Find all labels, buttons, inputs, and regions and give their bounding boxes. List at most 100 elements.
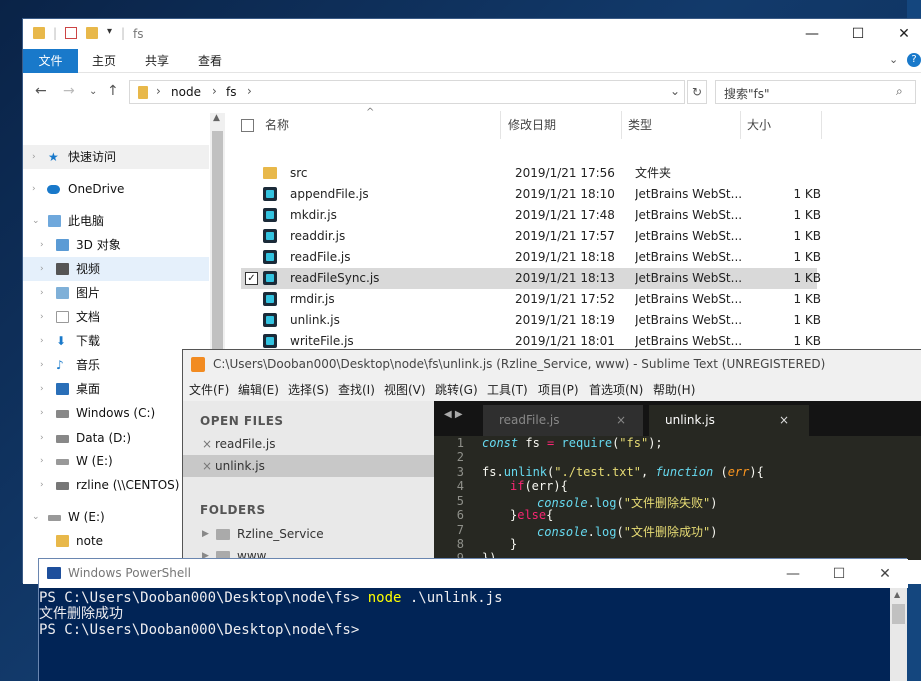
close-icon[interactable]: × — [616, 405, 626, 436]
menu-file[interactable]: 文件(F) — [189, 379, 229, 401]
file-row-rmdir[interactable]: rmdir.js 2019/1/21 17:52 JetBrains WebSt… — [241, 289, 821, 310]
menu-view[interactable]: 视图(V) — [384, 379, 426, 401]
column-separator[interactable] — [621, 111, 622, 139]
menu-help[interactable]: 帮助(H) — [653, 379, 695, 401]
column-separator[interactable] — [740, 111, 741, 139]
file-row-readfilesync[interactable]: ✓ readFileSync.js 2019/1/21 18:13 JetBra… — [241, 268, 821, 289]
menu-tools[interactable]: 工具(T) — [487, 379, 528, 401]
address-bar[interactable]: › node › fs › ⌄ — [129, 80, 685, 104]
file-row-readdir[interactable]: readdir.js 2019/1/21 17:57 JetBrains Web… — [241, 226, 821, 247]
breadcrumb-node[interactable]: node — [171, 85, 201, 99]
menu-edit[interactable]: 编辑(E) — [238, 379, 279, 401]
search-icon[interactable]: ⌕ — [896, 84, 903, 99]
chevron-right-icon[interactable]: › — [40, 473, 44, 497]
sidebar-item-onedrive[interactable]: › OneDrive — [23, 177, 209, 201]
column-separator[interactable] — [500, 111, 501, 139]
forward-arrow-icon[interactable]: → — [63, 83, 75, 99]
chevron-right-icon[interactable]: › — [212, 84, 217, 98]
menu-project[interactable]: 项目(P) — [538, 379, 579, 401]
file-row-appendfile[interactable]: appendFile.js 2019/1/21 18:10 JetBrains … — [241, 184, 821, 205]
tab-unlink[interactable]: unlink.js × — [649, 405, 809, 436]
folder-rzline-service[interactable]: ▶ Rzline_Service — [183, 523, 434, 545]
chevron-right-icon[interactable]: › — [40, 426, 44, 450]
sidebar-item-pictures[interactable]: › 图片 — [23, 281, 209, 305]
sublime-title-bar[interactable]: C:\Users\Dooban000\Desktop\node\fs\unlin… — [183, 350, 921, 379]
maximize-button[interactable]: ☐ — [835, 19, 881, 49]
customize-quick-access-icon[interactable]: ▾ — [107, 26, 112, 37]
sidebar-item-documents[interactable]: › 文档 — [23, 305, 209, 329]
tab-home[interactable]: 主页 — [80, 49, 128, 73]
tab-share[interactable]: 共享 — [133, 49, 181, 73]
close-icon[interactable]: × — [202, 433, 212, 455]
column-header-name[interactable]: 名称 — [265, 111, 289, 139]
chevron-right-icon[interactable]: › — [247, 84, 252, 98]
close-icon[interactable]: × — [779, 405, 789, 436]
search-box[interactable]: 搜索"fs" ⌕ — [715, 80, 916, 104]
chevron-right-icon[interactable]: › — [32, 145, 36, 169]
file-row-unlink[interactable]: unlink.js 2019/1/21 18:19 JetBrains WebS… — [241, 310, 821, 331]
menu-selection[interactable]: 选择(S) — [288, 379, 329, 401]
row-checkbox-checked[interactable]: ✓ — [245, 272, 258, 285]
chevron-right-icon[interactable]: ▶ — [202, 523, 209, 545]
menu-goto[interactable]: 跳转(G) — [435, 379, 478, 401]
help-icon[interactable]: ? — [907, 53, 921, 67]
address-dropdown-icon[interactable]: ⌄ — [670, 84, 680, 98]
chevron-right-icon[interactable]: › — [156, 84, 161, 98]
close-button[interactable]: ✕ — [881, 19, 921, 49]
menu-preferences[interactable]: 首选项(N) — [589, 379, 643, 401]
explorer-title-bar[interactable]: | ▾ | fs — ☐ ✕ — [23, 19, 921, 49]
new-folder-icon[interactable] — [86, 27, 98, 39]
chevron-right-icon[interactable]: › — [40, 305, 44, 329]
file-row-src[interactable]: src 2019/1/21 17:56 文件夹 — [241, 163, 817, 184]
back-arrow-icon[interactable]: ← — [35, 83, 47, 99]
scrollbar-thumb[interactable] — [892, 604, 905, 624]
close-button[interactable]: ✕ — [862, 559, 908, 589]
chevron-down-icon[interactable]: ⌄ — [32, 209, 40, 233]
chevron-right-icon[interactable]: › — [40, 329, 44, 353]
scroll-up-icon[interactable]: ▲ — [894, 590, 900, 599]
chevron-right-icon[interactable]: › — [40, 233, 44, 257]
search-input[interactable]: 搜索"fs" — [724, 85, 770, 102]
column-separator[interactable] — [821, 111, 822, 139]
menu-find[interactable]: 查找(I) — [338, 379, 375, 401]
maximize-button[interactable]: ☐ — [816, 559, 862, 589]
scroll-up-icon[interactable]: ▲ — [213, 113, 220, 123]
minimize-button[interactable]: — — [770, 559, 816, 589]
breadcrumb-fs[interactable]: fs — [226, 85, 236, 99]
properties-icon[interactable] — [65, 27, 77, 39]
chevron-down-icon[interactable]: ⌄ — [32, 505, 40, 529]
select-all-checkbox[interactable] — [241, 119, 254, 132]
tab-view[interactable]: 查看 — [186, 49, 234, 73]
tab-readfile[interactable]: readFile.js × — [483, 405, 643, 436]
recent-locations-icon[interactable]: ⌄ — [89, 86, 97, 97]
refresh-icon[interactable]: ↻ — [687, 80, 707, 104]
chevron-right-icon[interactable]: › — [40, 449, 44, 473]
sidebar-item-this-pc[interactable]: ⌄ 此电脑 — [23, 209, 209, 233]
up-arrow-icon[interactable]: ↑ — [107, 83, 119, 99]
column-header-type[interactable]: 类型 — [628, 111, 652, 139]
open-file-readfile[interactable]: × readFile.js — [183, 433, 434, 455]
powershell-scrollbar[interactable]: ▲ — [890, 588, 907, 681]
powershell-console[interactable]: PS C:\Users\Dooban000\Desktop\node\fs> n… — [39, 588, 890, 681]
file-row-mkdir[interactable]: mkdir.js 2019/1/21 17:48 JetBrains WebSt… — [241, 205, 821, 226]
file-row-readfile[interactable]: readFile.js 2019/1/21 18:18 JetBrains We… — [241, 247, 821, 268]
column-header-size[interactable]: 大小 — [747, 111, 771, 139]
chevron-right-icon[interactable]: › — [40, 401, 44, 425]
minimize-button[interactable]: — — [789, 19, 835, 49]
chevron-right-icon[interactable]: › — [40, 257, 44, 281]
chevron-right-icon[interactable]: › — [40, 353, 44, 377]
sidebar-item-3d-objects[interactable]: › 3D 对象 — [23, 233, 209, 257]
chevron-right-icon[interactable]: › — [32, 177, 36, 201]
expand-ribbon-icon[interactable]: ⌄ — [889, 53, 898, 66]
code-area[interactable]: const fs = require("fs"); fs.unlink("./t… — [434, 436, 921, 560]
tab-scroll-arrows-icon[interactable]: ◀ ▶ — [444, 409, 463, 420]
close-icon[interactable]: × — [202, 455, 212, 477]
open-file-unlink[interactable]: × unlink.js — [183, 455, 434, 477]
sidebar-item-videos[interactable]: › 视频 — [23, 257, 209, 281]
powershell-title-bar[interactable]: Windows PowerShell — ☐ ✕ — [39, 559, 908, 588]
chevron-right-icon[interactable]: › — [40, 281, 44, 305]
tab-file[interactable]: 文件 — [23, 49, 78, 73]
column-header-date[interactable]: 修改日期 — [508, 111, 556, 139]
sidebar-item-quick-access[interactable]: › ★ 快速访问 — [23, 145, 209, 169]
chevron-right-icon[interactable]: › — [40, 377, 44, 401]
